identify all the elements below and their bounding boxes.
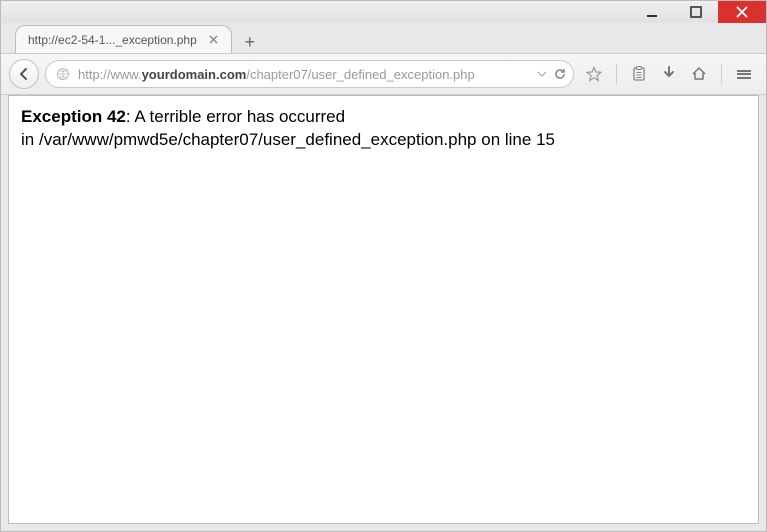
plus-icon: +	[245, 32, 256, 53]
home-icon	[691, 66, 707, 82]
downloads-button[interactable]	[659, 64, 679, 84]
dropdown-icon[interactable]	[537, 69, 547, 79]
new-tab-button[interactable]: +	[238, 31, 262, 53]
hamburger-icon	[737, 68, 751, 80]
close-icon	[736, 6, 748, 18]
exception-label: Exception 42	[21, 107, 126, 126]
line-text: on line	[477, 130, 537, 149]
home-button[interactable]	[689, 64, 709, 84]
urlbar-actions	[537, 67, 567, 81]
url-prefix: http://www.	[78, 67, 142, 82]
menu-button[interactable]	[734, 64, 754, 84]
navigation-toolbar: http://www.yourdomain.com/chapter07/user…	[1, 53, 766, 95]
maximize-icon	[690, 6, 702, 18]
close-button[interactable]	[718, 1, 766, 23]
url-domain: yourdomain.com	[142, 67, 247, 82]
line-number: 15	[536, 130, 555, 149]
minimize-icon	[646, 6, 658, 18]
close-icon	[209, 35, 218, 44]
separator	[721, 64, 722, 84]
clipboard-icon	[632, 66, 646, 82]
toolbar-icons	[580, 64, 758, 84]
window-titlebar	[1, 1, 766, 23]
error-message-line2: in /var/www/pmwd5e/chapter07/user_define…	[21, 129, 746, 152]
active-tab[interactable]: http://ec2-54-1..._exception.php	[15, 25, 232, 53]
back-arrow-icon	[17, 67, 31, 81]
file-path: /var/www/pmwd5e/chapter07/user_defined_e…	[39, 130, 477, 149]
url-text: http://www.yourdomain.com/chapter07/user…	[78, 67, 529, 82]
back-button[interactable]	[9, 59, 39, 89]
tab-strip: http://ec2-54-1..._exception.php +	[1, 23, 766, 53]
reload-icon[interactable]	[553, 67, 567, 81]
reading-list-button[interactable]	[629, 64, 649, 84]
viewport-wrap: Exception 42: A terrible error has occur…	[1, 95, 766, 531]
exception-message: A terrible error has occurred	[134, 107, 345, 126]
maximize-button[interactable]	[674, 1, 718, 23]
star-icon	[586, 66, 602, 82]
bookmark-button[interactable]	[584, 64, 604, 84]
error-message-line1: Exception 42: A terrible error has occur…	[21, 106, 746, 129]
url-path: /chapter07/user_defined_exception.php	[246, 67, 474, 82]
minimize-button[interactable]	[630, 1, 674, 23]
tab-title: http://ec2-54-1..._exception.php	[28, 33, 197, 47]
browser-window: http://ec2-54-1..._exception.php + http:…	[0, 0, 767, 532]
globe-icon	[56, 67, 70, 81]
download-arrow-icon	[662, 66, 676, 82]
tab-close-button[interactable]	[207, 33, 221, 47]
location-prefix: in	[21, 130, 39, 149]
page-content: Exception 42: A terrible error has occur…	[8, 95, 759, 524]
separator	[616, 64, 617, 84]
address-bar[interactable]: http://www.yourdomain.com/chapter07/user…	[45, 60, 574, 88]
